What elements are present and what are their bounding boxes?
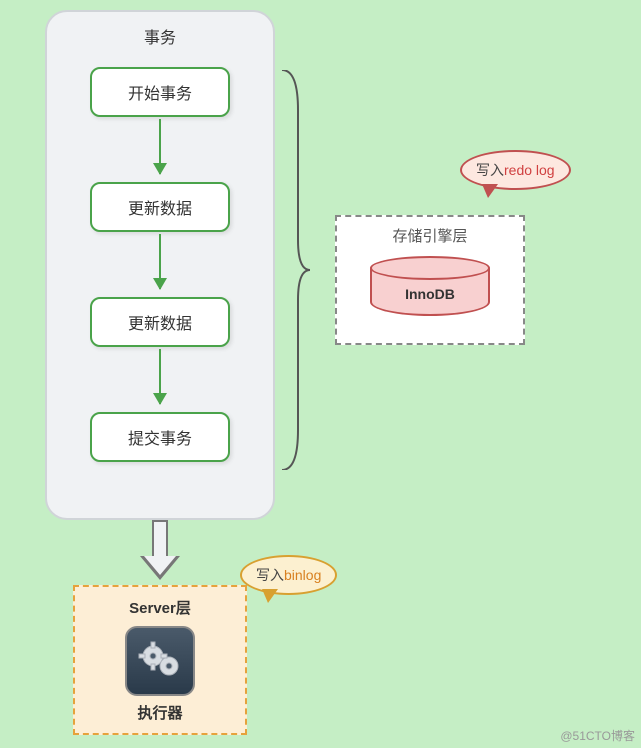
step-commit-transaction: 提交事务	[90, 412, 230, 462]
bubble-binlog-text: binlog	[284, 567, 321, 583]
watermark: @51CTO博客	[560, 727, 635, 744]
storage-engine-label: InnoDB	[370, 286, 490, 302]
transaction-panel: 事务 开始事务 更新数据 更新数据 提交事务	[45, 10, 275, 520]
step-update-data-1: 更新数据	[90, 182, 230, 232]
step-begin-transaction: 开始事务	[90, 67, 230, 117]
bubble-redo-prefix: 写入	[476, 162, 504, 178]
arrow-icon	[159, 349, 161, 404]
bubble-binlog-prefix: 写入	[256, 567, 284, 583]
brace-icon	[280, 70, 310, 470]
bubble-redo-text: redo log	[504, 162, 555, 178]
server-layer-box: Server层 执行器	[73, 585, 247, 735]
server-title: Server层	[75, 597, 245, 618]
bubble-redo-log: 写入redo log	[460, 150, 571, 190]
server-subtitle: 执行器	[75, 702, 245, 723]
arrow-icon	[159, 119, 161, 174]
step-update-data-2: 更新数据	[90, 297, 230, 347]
transaction-title: 事务	[47, 24, 273, 48]
database-cylinder-icon: InnoDB	[370, 256, 490, 321]
bubble-binlog: 写入binlog	[240, 555, 337, 595]
gear-icon	[125, 626, 195, 696]
big-arrow-icon	[140, 520, 180, 582]
arrow-icon	[159, 234, 161, 289]
storage-engine-box: 存储引擎层 InnoDB	[335, 215, 525, 345]
storage-title: 存储引擎层	[337, 225, 523, 246]
